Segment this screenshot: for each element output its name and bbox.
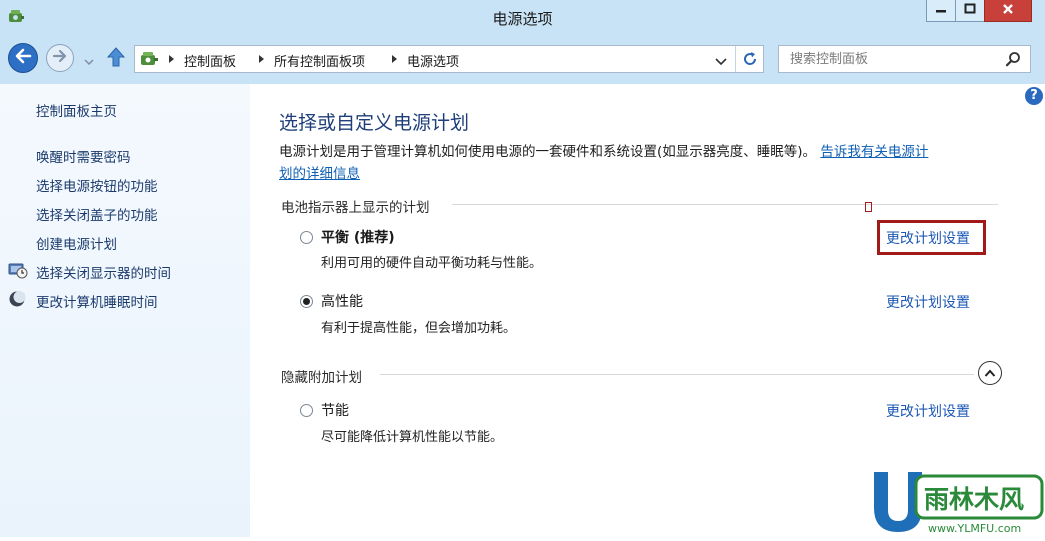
watermark-url: www.YLMFU.com	[928, 522, 1021, 535]
watermark-logo: 雨林木风 www.YLMFU.com	[868, 466, 1045, 537]
watermark-brand: 雨林木风	[924, 485, 1024, 514]
navigation-bar: 控制面板 所有控制面板项 电源选项	[0, 34, 1045, 84]
plan-high-performance-radio[interactable]	[300, 295, 313, 308]
refresh-icon	[741, 52, 759, 72]
maximize-icon	[964, 3, 976, 18]
breadcrumb-all-items[interactable]: 所有控制面板项	[274, 51, 365, 70]
search-icon[interactable]	[1005, 51, 1021, 71]
address-divider	[735, 46, 736, 72]
breadcrumb-control-panel[interactable]: 控制面板	[184, 51, 236, 70]
sidebar-item-create-plan[interactable]: 创建电源计划	[36, 233, 117, 253]
group-divider	[452, 204, 998, 205]
collapse-hidden-plans-button[interactable]	[978, 361, 1002, 385]
display-schedule-icon	[8, 261, 28, 283]
forward-button[interactable]	[46, 44, 74, 72]
sidebar-item-sleep-time[interactable]: 更改计算机睡眠时间	[36, 291, 158, 311]
back-button[interactable]	[8, 43, 38, 73]
recent-locations-dropdown[interactable]	[84, 54, 94, 69]
page-description: 电源计划是用于管理计算机如何使用电源的一套硬件和系统设置(如显示器亮度、睡眠等)…	[279, 141, 1004, 185]
control-panel-home-link[interactable]: 控制面板主页	[36, 100, 117, 120]
battery-plans-group-header: 电池指示器上显示的计划	[281, 200, 430, 216]
breadcrumb-separator-icon[interactable]	[259, 55, 264, 63]
hidden-plans-group-header[interactable]: 隐藏附加计划	[281, 366, 362, 386]
page-title: 选择或自定义电源计划	[279, 112, 470, 134]
chevron-up-icon	[984, 366, 996, 381]
sleep-moon-icon	[8, 290, 26, 312]
annotation-marker	[865, 202, 872, 212]
sidebar-item-lid-close[interactable]: 选择关闭盖子的功能	[36, 204, 158, 224]
window-title: 电源选项	[492, 10, 553, 28]
address-bar[interactable]: 控制面板 所有控制面板项 电源选项	[134, 45, 764, 73]
plan-power-saver-description: 尽可能降低计算机性能以节能。	[321, 430, 504, 445]
group-divider	[380, 374, 974, 375]
sidebar-item-wake-password[interactable]: 唤醒时需要密码	[36, 146, 131, 166]
arrow-left-icon	[14, 48, 32, 68]
arrow-right-icon	[52, 49, 68, 67]
plan-balanced-name[interactable]: 平衡 (推荐)	[321, 227, 395, 247]
plan-balanced-radio[interactable]	[300, 231, 313, 244]
help-icon[interactable]: ?	[1025, 87, 1043, 105]
close-icon	[1002, 3, 1014, 19]
breadcrumb-separator-icon[interactable]	[169, 55, 174, 63]
refresh-button[interactable]	[741, 50, 759, 72]
minimize-icon	[935, 3, 947, 18]
learn-more-link-line1[interactable]: 告诉我有关电源计	[820, 144, 928, 160]
sidebar-item-power-button[interactable]: 选择电源按钮的功能	[36, 175, 158, 195]
plan-high-performance-name[interactable]: 高性能	[321, 291, 363, 311]
plan-power-saver-radio[interactable]	[300, 404, 313, 417]
sidebar-item-display-off-time[interactable]: 选择关闭显示器的时间	[36, 262, 171, 282]
up-level-button[interactable]	[106, 46, 126, 72]
maximize-button[interactable]	[955, 0, 985, 22]
learn-more-link-line2[interactable]: 划的详细信息	[279, 166, 360, 182]
breadcrumb-separator-icon[interactable]	[392, 55, 397, 63]
plan-power-saver-name[interactable]: 节能	[321, 400, 349, 420]
address-dropdown-button[interactable]	[715, 55, 727, 70]
title-bar: 电源选项	[0, 0, 1045, 34]
plan-power-saver-change-settings-link[interactable]: 更改计划设置	[886, 401, 970, 421]
breadcrumb-power-options[interactable]: 电源选项	[407, 51, 459, 70]
search-input[interactable]	[780, 47, 1015, 71]
control-panel-icon	[139, 49, 161, 73]
plan-high-performance-description: 有利于提高性能，但会增加功耗。	[321, 321, 517, 336]
search-box[interactable]	[778, 45, 1031, 73]
plan-balanced-description: 利用可用的硬件自动平衡功耗与性能。	[321, 256, 543, 271]
highlight-annotation-box	[877, 220, 986, 255]
close-button[interactable]	[984, 0, 1032, 22]
minimize-button[interactable]	[926, 0, 956, 22]
plan-high-performance-change-settings-link[interactable]: 更改计划设置	[886, 292, 970, 312]
description-text: 电源计划是用于管理计算机如何使用电源的一套硬件和系统设置(如显示器亮度、睡眠等)…	[279, 144, 817, 160]
